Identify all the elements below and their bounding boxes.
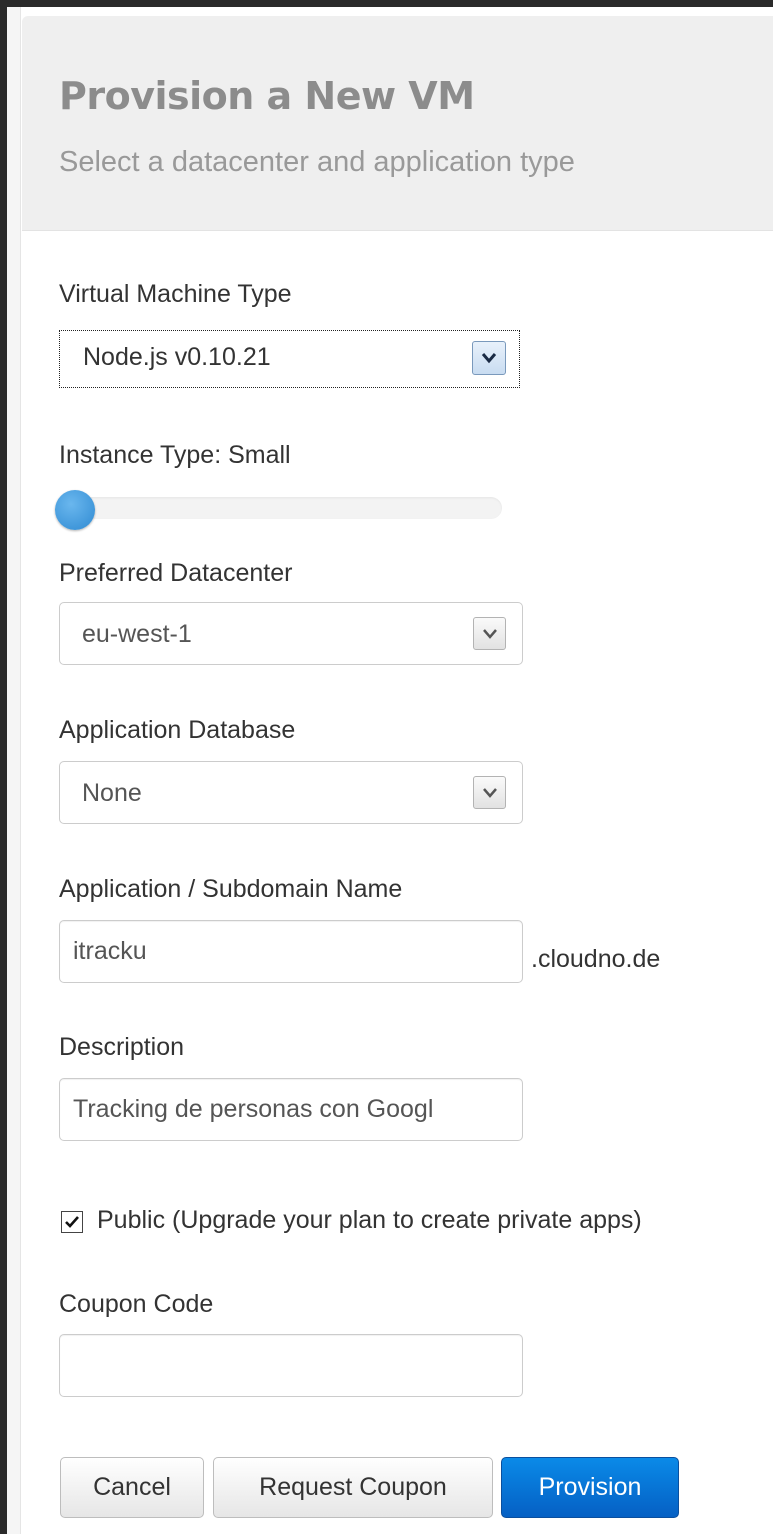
database-select[interactable]: None bbox=[59, 761, 523, 824]
public-checkbox-label: Public (Upgrade your plan to create priv… bbox=[97, 1206, 642, 1234]
vm-type-select[interactable]: Node.js v0.10.21 bbox=[59, 330, 520, 388]
subdomain-suffix: .cloudno.de bbox=[531, 945, 661, 973]
instance-type-label: Instance Type: Small bbox=[59, 441, 291, 469]
description-value: Tracking de personas con Googl bbox=[73, 1095, 434, 1123]
subdomain-label: Application / Subdomain Name bbox=[59, 875, 403, 903]
modal-header bbox=[22, 16, 773, 231]
chevron-down-icon bbox=[481, 353, 497, 364]
coupon-label: Coupon Code bbox=[59, 1290, 214, 1318]
datacenter-value: eu-west-1 bbox=[82, 620, 192, 648]
vm-type-label: Virtual Machine Type bbox=[59, 280, 292, 308]
modal-subtitle: Select a datacenter and application type bbox=[59, 146, 575, 178]
request-coupon-button[interactable]: Request Coupon bbox=[213, 1457, 493, 1518]
window-top-border bbox=[0, 0, 773, 7]
database-value: None bbox=[82, 779, 142, 807]
provision-button[interactable]: Provision bbox=[501, 1457, 679, 1518]
datacenter-label: Preferred Datacenter bbox=[59, 559, 293, 587]
description-label: Description bbox=[59, 1033, 185, 1061]
database-label: Application Database bbox=[59, 716, 296, 744]
datacenter-dropdown-button[interactable] bbox=[473, 617, 506, 650]
subdomain-value: itracku bbox=[73, 937, 147, 965]
vm-type-dropdown-button[interactable] bbox=[472, 341, 506, 375]
instance-type-slider-track[interactable] bbox=[62, 497, 502, 519]
window-left-border bbox=[0, 0, 7, 1534]
instance-type-slider-handle[interactable] bbox=[55, 490, 95, 530]
chevron-down-icon bbox=[483, 788, 497, 798]
coupon-input[interactable] bbox=[59, 1334, 523, 1397]
subdomain-input[interactable]: itracku bbox=[59, 920, 523, 983]
modal-title: Provision a New VM bbox=[59, 74, 475, 118]
cancel-button[interactable]: Cancel bbox=[60, 1457, 204, 1518]
chevron-down-icon bbox=[483, 629, 497, 639]
datacenter-select[interactable]: eu-west-1 bbox=[59, 602, 523, 665]
checkmark-icon bbox=[65, 1216, 79, 1228]
database-dropdown-button[interactable] bbox=[473, 776, 506, 809]
vm-type-value: Node.js v0.10.21 bbox=[83, 343, 271, 371]
panel-left-edge bbox=[7, 7, 21, 1534]
description-input[interactable]: Tracking de personas con Googl bbox=[59, 1078, 523, 1141]
public-checkbox[interactable] bbox=[61, 1211, 83, 1233]
